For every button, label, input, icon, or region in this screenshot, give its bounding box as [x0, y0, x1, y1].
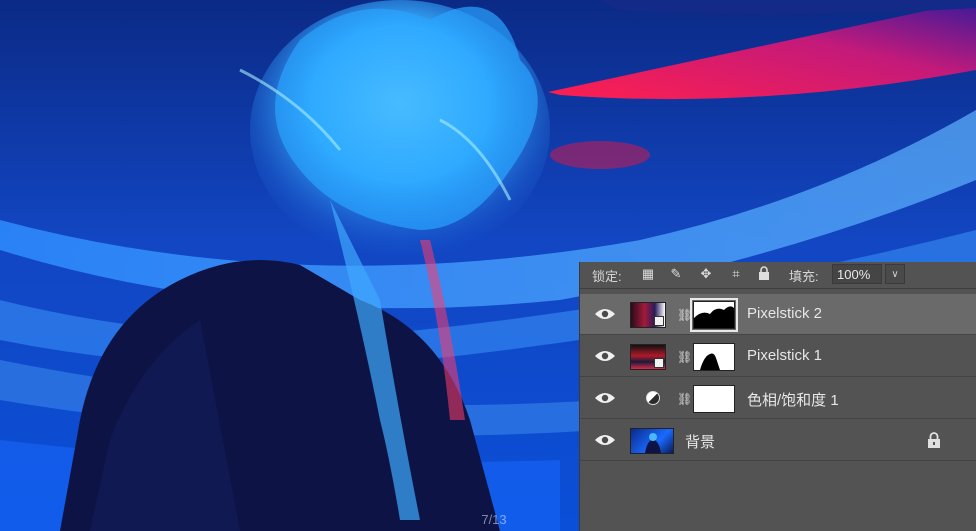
lock-position-move-icon[interactable]: ✥ — [698, 266, 714, 282]
layer-locked-icon — [928, 432, 940, 448]
layer-name[interactable]: 色相/饱和度 1 — [747, 389, 839, 410]
layer-name[interactable]: 背景 — [685, 431, 715, 452]
visibility-eye-icon[interactable] — [594, 432, 616, 448]
fill-label: 填充: — [789, 269, 819, 284]
layer-mask-thumbnail[interactable] — [693, 385, 735, 413]
lock-label: 锁定: — [592, 269, 622, 284]
layer-row-hue-saturation-1[interactable]: ⛓ 色相/饱和度 1 — [580, 378, 976, 419]
layer-mask-thumbnail[interactable] — [690, 298, 738, 332]
lock-artboard-crop-icon[interactable]: ⌗ — [728, 266, 744, 282]
lock-all-icon[interactable] — [756, 266, 772, 282]
smart-object-badge-icon — [654, 316, 664, 326]
fill-input[interactable]: 100% — [832, 264, 882, 284]
layers-panel: 锁定: ▦ ✎ ✥ ⌗ 填充: 100% ∨ ⛓ Pixelstick 2 ⛓ … — [579, 262, 976, 531]
visibility-eye-icon[interactable] — [594, 306, 616, 322]
layer-name[interactable]: Pixelstick 1 — [747, 347, 822, 364]
layer-row-background[interactable]: 背景 — [580, 420, 976, 461]
layer-row-pixelstick-1[interactable]: ⛓ Pixelstick 1 — [580, 336, 976, 377]
mask-link-chain-icon[interactable]: ⛓ — [677, 348, 692, 366]
lock-toolbar: 锁定: ▦ ✎ ✥ ⌗ 填充: 100% ∨ — [580, 262, 976, 289]
lock-image-pixels-brush-icon[interactable]: ✎ — [668, 266, 684, 282]
mask-link-chain-icon[interactable]: ⛓ — [677, 306, 692, 324]
layer-name[interactable]: Pixelstick 2 — [747, 305, 822, 322]
visibility-eye-icon[interactable] — [594, 390, 616, 406]
smart-object-badge-icon — [654, 358, 664, 368]
mask-link-chain-icon[interactable]: ⛓ — [677, 390, 692, 408]
layer-thumbnail — [630, 428, 674, 454]
layer-thumbnail — [630, 302, 666, 328]
fill-dropdown-chevron-icon[interactable]: ∨ — [885, 264, 905, 284]
visibility-eye-icon[interactable] — [594, 348, 616, 364]
lock-transparent-pixels-icon[interactable]: ▦ — [640, 266, 656, 282]
slide-counter: 7/13 — [481, 512, 507, 527]
layer-row-pixelstick-2[interactable]: ⛓ Pixelstick 2 — [580, 294, 976, 335]
layer-thumbnail — [630, 344, 666, 370]
adjustment-layer-icon — [646, 391, 660, 405]
layer-mask-thumbnail[interactable] — [693, 343, 735, 371]
